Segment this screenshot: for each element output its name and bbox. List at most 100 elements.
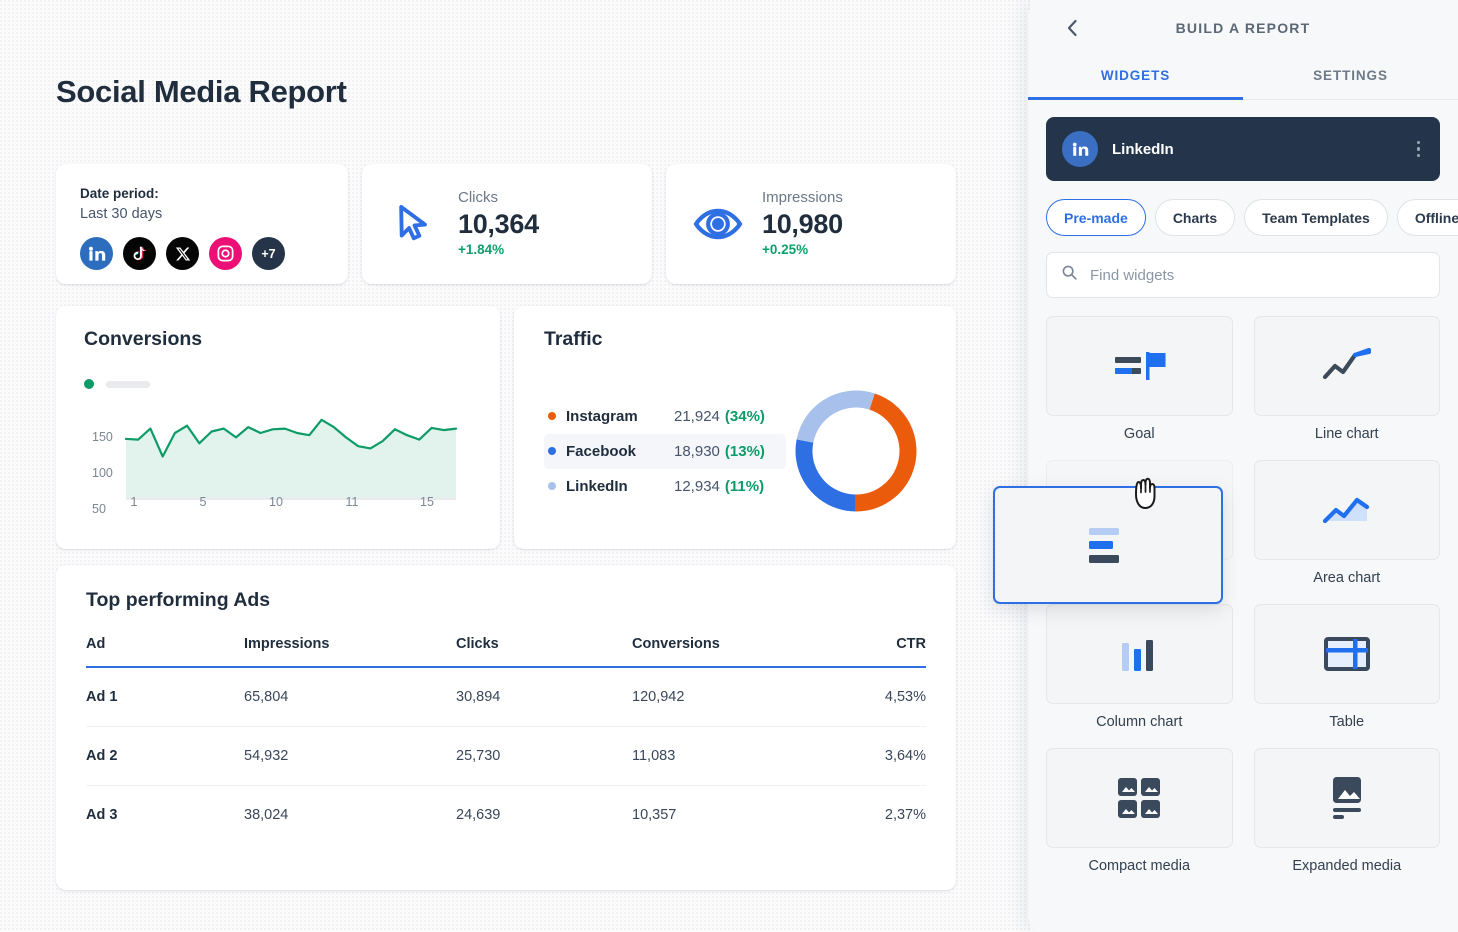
table-cell: 4,53% [852, 667, 926, 727]
widget-option-label: Goal [1124, 426, 1155, 442]
conversions-title: Conversions [84, 328, 472, 351]
conversions-legend [84, 379, 472, 389]
widget-option-column-chart[interactable]: Column chart [1046, 604, 1233, 730]
widget-option-goal[interactable]: Goal [1046, 316, 1233, 442]
search-input[interactable] [1090, 267, 1425, 284]
data-source-name: LinkedIn [1112, 141, 1413, 158]
table-cell: 54,932 [244, 727, 456, 786]
linkedin-icon[interactable] [80, 237, 113, 270]
traffic-legend-list: Instagram21,924 (34%) Facebook18,930 (13%) L… [544, 399, 786, 504]
widget-option-label: Expanded media [1292, 858, 1401, 874]
line-chart-icon[interactable] [1254, 316, 1441, 416]
widget-option-line-chart[interactable]: Line chart [1254, 316, 1441, 442]
compact-media-icon[interactable] [1046, 748, 1233, 848]
widget-option-area-chart[interactable]: Area chart [1254, 460, 1441, 586]
conversions-plot: 15010050 15101115 [84, 411, 472, 519]
table-body: Ad 165,80430,894120,9424,53%Ad 254,93225… [86, 667, 926, 844]
traffic-legend-row[interactable]: Instagram21,924 (34%) [544, 399, 786, 434]
table-cell: 2,37% [852, 786, 926, 845]
widget-option-label: Line chart [1315, 426, 1379, 442]
filter-chip-pre-made[interactable]: Pre-made [1046, 199, 1146, 236]
page-title: Social Media Report [56, 74, 347, 110]
legend-dot-icon [84, 379, 94, 389]
expanded-media-icon[interactable] [1254, 748, 1441, 848]
table-icon[interactable] [1254, 604, 1441, 704]
table-cell-ad-name: Ad 1 [86, 667, 244, 727]
eye-icon [692, 204, 744, 244]
table-cell: 65,804 [244, 667, 456, 727]
app-root: Social Media Report Date period: Last 30… [0, 0, 1458, 932]
filter-chip-charts[interactable]: Charts [1155, 199, 1235, 236]
widget-option-label: Table [1329, 714, 1364, 730]
table-column-header: Ad [86, 630, 244, 667]
top-ads-table: AdImpressionsClicksConversionsCTR Ad 165… [86, 630, 926, 844]
network-icon-list: +7 [80, 237, 324, 270]
instagram-icon[interactable] [209, 237, 242, 270]
traffic-value: 21,924 [674, 408, 720, 425]
more-networks-badge[interactable]: +7 [252, 237, 285, 270]
table-cell: 24,639 [456, 786, 632, 845]
date-period-value: Last 30 days [80, 204, 324, 226]
table-cell: 30,894 [456, 667, 632, 727]
legend-placeholder-bar [106, 381, 150, 388]
widget-option-expanded-media[interactable]: Expanded media [1254, 748, 1441, 874]
kebab-menu-icon[interactable] [1413, 137, 1425, 162]
traffic-network-name: Facebook [566, 443, 674, 460]
legend-dot-icon [548, 482, 556, 490]
top-ads-title: Top performing Ads [86, 589, 926, 612]
traffic-title: Traffic [544, 328, 926, 351]
kpi-label-clicks: Clicks [458, 188, 498, 208]
filter-chip-team-templates[interactable]: Team Templates [1244, 199, 1388, 236]
filter-chip-offline[interactable]: Offline [1397, 199, 1458, 236]
cursor-pointer-icon [388, 202, 440, 246]
conversions-card: Conversions 15010050 15101115 [56, 306, 500, 549]
legend-dot-icon [548, 447, 556, 455]
traffic-network-name: Instagram [566, 408, 674, 425]
traffic-body: Instagram21,924 (34%) Facebook18,930 (13%) L… [544, 381, 926, 521]
column-chart-icon[interactable] [1046, 604, 1233, 704]
date-period-card: Date period: Last 30 days +7 [56, 164, 348, 284]
area-chart-icon[interactable] [1254, 460, 1441, 560]
traffic-percent: (11%) [725, 478, 764, 495]
widget-option-label: Column chart [1096, 714, 1182, 730]
x-twitter-icon[interactable] [166, 237, 199, 270]
linkedin-icon [1062, 131, 1098, 167]
dragged-widget-bar-chart[interactable] [993, 486, 1223, 604]
widget-search[interactable] [1046, 252, 1440, 298]
traffic-legend-row[interactable]: Facebook18,930 (13%) [544, 434, 786, 469]
widget-filter-chips: Pre-madeChartsTeam TemplatesOffline [1046, 199, 1440, 236]
search-icon [1061, 264, 1078, 286]
tiktok-icon[interactable] [123, 237, 156, 270]
date-period-label: Date period: [80, 184, 324, 204]
widget-option-compact-media[interactable]: Compact media [1046, 748, 1233, 874]
table-header-row: AdImpressionsClicksConversionsCTR [86, 630, 926, 667]
traffic-legend-row[interactable]: LinkedIn12,934(11%) [544, 469, 786, 504]
table-cell-ad-name: Ad 2 [86, 727, 244, 786]
traffic-donut-chart [786, 381, 926, 521]
x-tick-label: 15 [420, 495, 434, 509]
x-tick-label: 11 [346, 495, 359, 509]
chevron-left-icon[interactable] [1060, 16, 1084, 40]
traffic-network-name: LinkedIn [566, 478, 674, 495]
widget-option-table[interactable]: Table [1254, 604, 1441, 730]
table-column-header: Impressions [244, 630, 456, 667]
traffic-value: 18,930 [674, 443, 720, 460]
widget-option-label: Area chart [1313, 570, 1380, 586]
top-ads-card: Top performing Ads AdImpressionsClicksCo… [56, 565, 956, 890]
kpi-value-clicks: 10,364 [458, 208, 539, 240]
panel-header: BUILD A REPORT [1028, 0, 1458, 56]
kpi-card-impressions: Impressions 10,980 +0.25% [666, 164, 956, 284]
table-row: Ad 165,80430,894120,9424,53% [86, 667, 926, 727]
tab-widgets[interactable]: WIDGETS [1028, 56, 1243, 99]
panel-tabs: WIDGETS SETTINGS [1028, 56, 1458, 100]
traffic-percent: (34%) [725, 408, 765, 425]
x-tick-label: 10 [269, 495, 283, 509]
data-source-card[interactable]: LinkedIn [1046, 117, 1440, 181]
traffic-percent: (13%) [725, 443, 765, 460]
table-column-header: Conversions [632, 630, 852, 667]
kpi-delta-impressions: +0.25% [762, 241, 808, 260]
build-report-panel: BUILD A REPORT WIDGETS SETTINGS LinkedIn… [1028, 0, 1458, 932]
table-cell: 11,083 [632, 727, 852, 786]
goal-flag-icon[interactable] [1046, 316, 1233, 416]
tab-settings[interactable]: SETTINGS [1243, 56, 1458, 99]
